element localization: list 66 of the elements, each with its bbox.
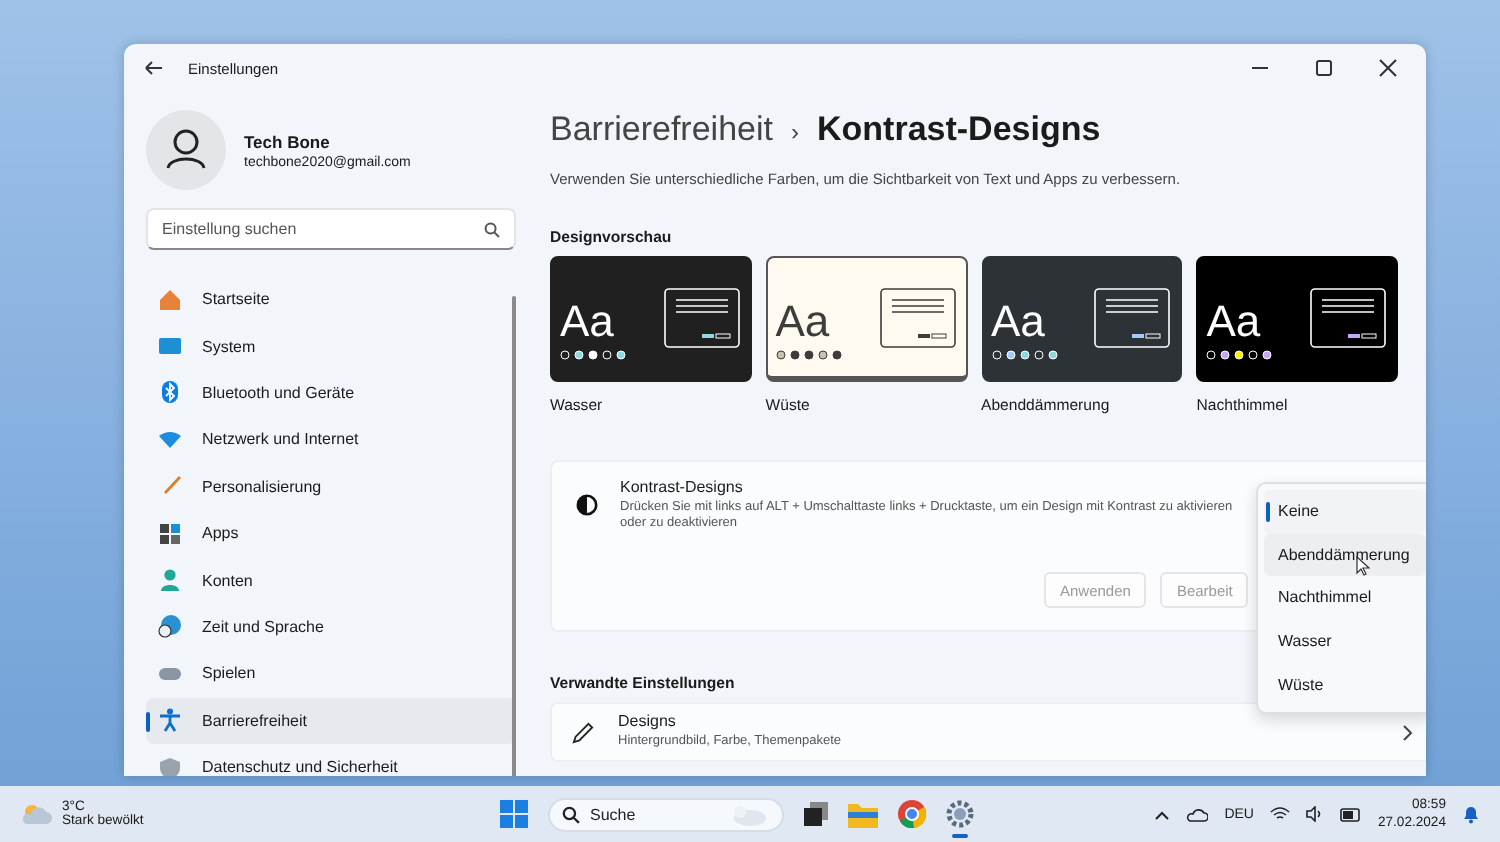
wifi-icon xyxy=(158,427,182,452)
access-icon xyxy=(158,708,182,733)
close-icon[interactable] xyxy=(1378,58,1398,78)
sidebar-item[interactable]: System xyxy=(146,322,516,370)
maximize-icon[interactable] xyxy=(1314,58,1334,78)
window-preview-icon xyxy=(1310,287,1386,347)
dropdown-option[interactable]: Keine xyxy=(1264,490,1426,534)
apps-icon xyxy=(158,521,182,546)
theme-preview-card[interactable]: Aa xyxy=(1196,256,1398,382)
page-title: Kontrast-Designs xyxy=(817,110,1101,150)
sidebar-item[interactable]: Spielen xyxy=(146,650,516,698)
chevron-up-icon[interactable] xyxy=(1154,809,1171,819)
cloud-icon[interactable] xyxy=(1186,807,1209,821)
brush-icon xyxy=(158,474,182,499)
breadcrumb-parent[interactable]: Barrierefreiheit xyxy=(550,110,773,150)
sidebar-item[interactable]: Barrierefreiheit xyxy=(146,697,516,744)
bluetooth-icon xyxy=(158,380,182,405)
color-dots-icon xyxy=(560,349,628,359)
contrast-icon xyxy=(576,494,598,516)
person-icon xyxy=(158,568,182,593)
color-dots-icon xyxy=(1206,349,1275,359)
monitor-icon xyxy=(158,334,182,359)
window-preview-icon xyxy=(879,287,955,347)
card-title: Kontrast-Designs xyxy=(620,478,745,496)
sidebar-item[interactable]: Zeit und Sprache xyxy=(146,603,516,651)
bell-icon[interactable] xyxy=(1462,804,1480,824)
taskbar-search-field[interactable]: Suche xyxy=(548,797,784,831)
search-icon xyxy=(484,221,500,237)
dropdown-option[interactable]: Wüste xyxy=(1264,662,1426,706)
scrollbar[interactable] xyxy=(512,296,516,776)
browser-icon[interactable] xyxy=(898,800,926,828)
pen-icon xyxy=(572,721,594,743)
folder-icon[interactable] xyxy=(848,801,878,827)
row-title: Designs xyxy=(618,712,678,731)
search-field[interactable]: Einstellung suchen xyxy=(146,208,516,250)
dropdown-option[interactable]: Abenddämmerung xyxy=(1264,533,1426,577)
dropdown-option[interactable]: Wasser xyxy=(1264,619,1426,663)
sidebar-item[interactable]: Apps xyxy=(146,509,516,557)
theme-preview-card[interactable]: Aa xyxy=(550,256,752,382)
sidebar-item[interactable]: Konten xyxy=(146,556,516,604)
window-preview-icon xyxy=(663,287,740,347)
gear-icon[interactable] xyxy=(946,800,974,828)
windows-logo-icon[interactable] xyxy=(500,800,528,828)
search-icon xyxy=(562,805,580,823)
home-icon xyxy=(158,287,182,312)
sidebar-item[interactable]: Datenschutz und Sicherheit xyxy=(146,743,516,776)
back-arrow-icon[interactable] xyxy=(144,60,164,76)
theme-preview-card[interactable]: Aa xyxy=(981,256,1183,382)
shield-icon xyxy=(158,755,182,776)
profile-name: Tech Bone xyxy=(244,131,332,151)
avatar-icon xyxy=(146,110,226,190)
wifi-icon[interactable] xyxy=(1269,806,1290,822)
chevron-right-icon xyxy=(1402,723,1414,741)
color-dots-icon xyxy=(775,349,844,359)
sidebar-item[interactable]: Netzwerk und Internet xyxy=(146,416,516,464)
sidebar-item[interactable]: Startseite xyxy=(146,276,516,323)
speaker-icon[interactable] xyxy=(1305,806,1324,822)
sidebar-item[interactable]: Personalisierung xyxy=(146,463,516,510)
dropdown-option[interactable]: Nachthimmel xyxy=(1264,576,1426,620)
window-preview-icon xyxy=(1094,287,1171,347)
battery-icon[interactable] xyxy=(1339,807,1362,821)
theme-preview-card[interactable]: Aa xyxy=(765,256,967,382)
breadcrumb-separator: › xyxy=(791,118,799,146)
task-view-icon[interactable] xyxy=(804,802,828,826)
sidebar-item[interactable]: Bluetooth und Geräte xyxy=(146,369,516,417)
color-dots-icon xyxy=(991,349,1059,359)
